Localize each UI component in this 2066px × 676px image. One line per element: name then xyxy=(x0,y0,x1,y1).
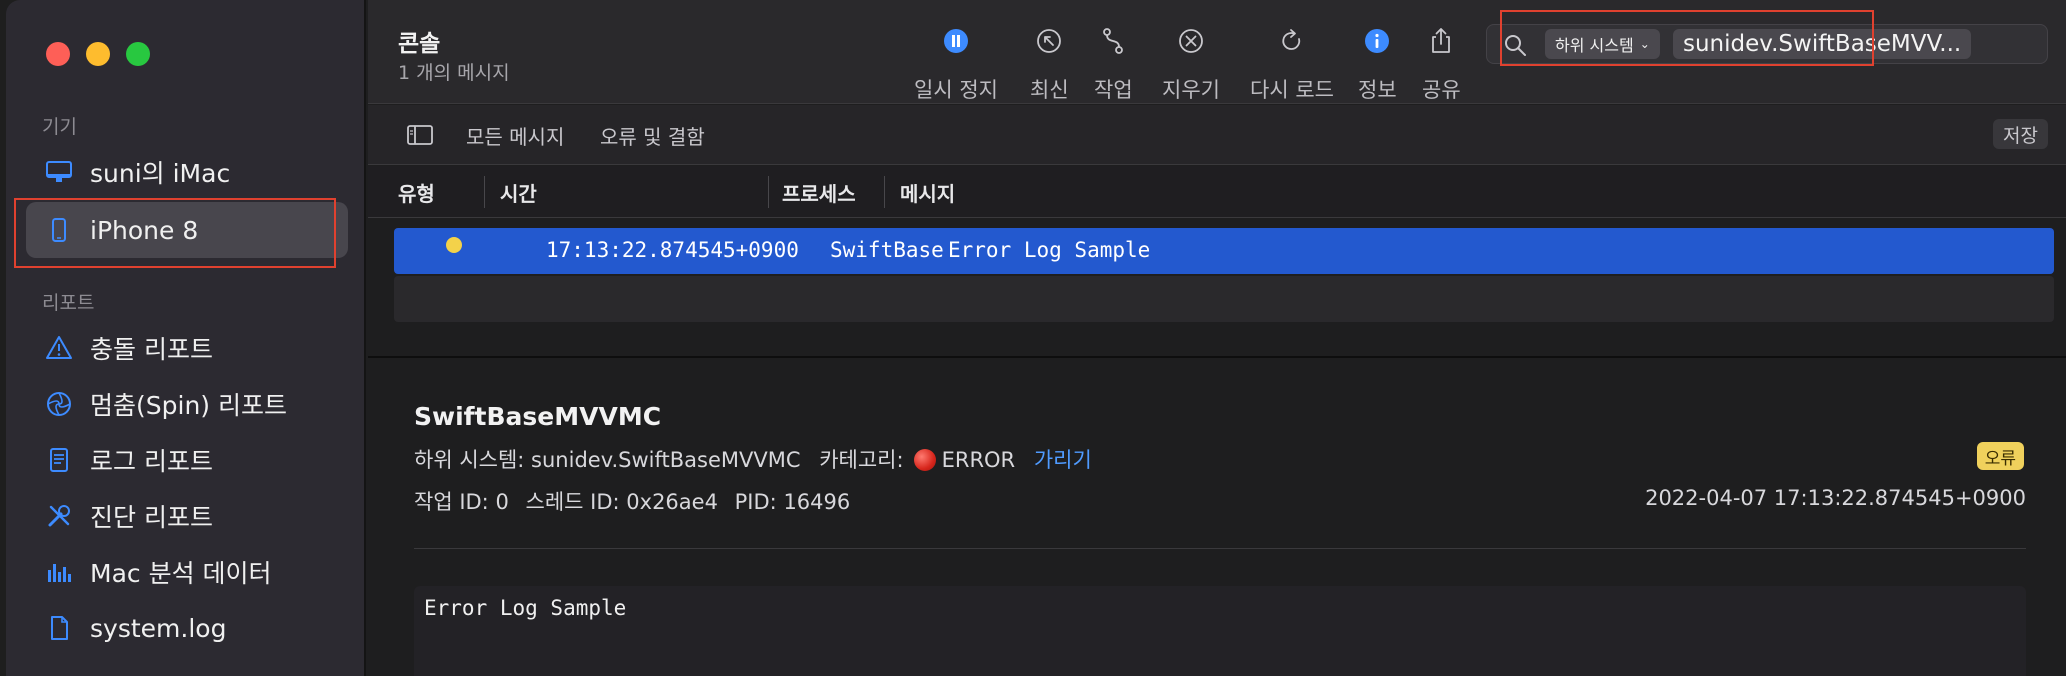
column-header-message[interactable]: 메시지 xyxy=(900,178,955,207)
message-body-box: Error Log Sample xyxy=(414,586,2026,676)
column-divider[interactable] xyxy=(884,176,885,208)
close-window-button[interactable] xyxy=(46,42,70,66)
now-button[interactable]: 최신 xyxy=(1030,24,1069,104)
column-header-type[interactable]: 유형 xyxy=(398,178,435,207)
share-button[interactable]: 공유 xyxy=(1422,24,1461,104)
row-message: Error Log Sample xyxy=(948,238,1151,262)
detail-pane: SwiftBaseMVVMC 하위 시스템: sunidev.SwiftBase… xyxy=(368,358,2066,676)
log-table-header: 유형 시간 프로세스 메시지 xyxy=(368,166,2066,218)
sidebar-item-spin-reports[interactable]: 멈춤(Spin) 리포트 xyxy=(26,376,348,432)
window-title: 콘솔 xyxy=(398,31,441,57)
device-highlight-box xyxy=(14,198,336,268)
detail-subsystem-line: 하위 시스템: sunidev.SwiftBaseMVVMC 카테고리: ERRO… xyxy=(414,444,1092,474)
sidebar: 기기 suni의 iMac iPhone 8 리포트 충돌 리포트 멈춤(Spi… xyxy=(6,0,366,676)
reload-button[interactable]: 다시 로드 xyxy=(1250,24,1334,104)
detail-timestamp: 2022-04-07 17:13:22.874545+0900 xyxy=(1645,486,2026,510)
error-status-icon xyxy=(913,449,936,471)
devices-section-header: 기기 xyxy=(42,116,77,138)
sidebar-item-label: 멈춤(Spin) 리포트 xyxy=(90,391,287,420)
detail-process-name: SwiftBaseMVVMC xyxy=(414,402,662,431)
sidebar-item-system-log[interactable]: system.log xyxy=(26,600,348,656)
category-key: 카테고리: xyxy=(819,448,904,472)
info-button[interactable]: 정보 xyxy=(1358,24,1397,104)
sidebar-item-label: system.log xyxy=(90,613,227,643)
clear-icon xyxy=(1174,24,1208,58)
save-button[interactable]: 저장 xyxy=(1993,119,2048,149)
file-icon xyxy=(44,613,74,643)
sidebar-item-imac[interactable]: suni의 iMac xyxy=(26,144,348,200)
pause-label: 일시 정지 xyxy=(914,78,998,102)
row-time: 17:13:22.874545+0900 xyxy=(546,238,799,262)
sidebar-item-diagnostic-reports[interactable]: 진단 리포트 xyxy=(26,488,348,544)
sidebar-item-label: suni의 iMac xyxy=(90,159,231,188)
sidebar-item-crash-reports[interactable]: 충돌 리포트 xyxy=(26,320,348,376)
document-icon xyxy=(44,445,74,475)
reload-icon xyxy=(1275,24,1309,58)
now-label: 최신 xyxy=(1030,78,1069,102)
hide-link[interactable]: 가리기 xyxy=(1034,448,1092,472)
share-icon xyxy=(1424,24,1458,58)
console-window: 기기 suni의 iMac iPhone 8 리포트 충돌 리포트 멈춤(Spi… xyxy=(6,0,2066,676)
toolbar: 콘솔 1 개의 메시지 일시 정지 최신 작업 지우기 다시 로드 정보 공유 … xyxy=(368,0,2066,104)
column-header-time[interactable]: 시간 xyxy=(500,178,537,207)
share-label: 공유 xyxy=(1422,78,1461,102)
activity-id-key: 작업 ID: xyxy=(414,490,489,514)
tab-all-messages[interactable]: 모든 메시지 xyxy=(466,121,564,150)
sidebar-item-log-reports[interactable]: 로그 리포트 xyxy=(26,432,348,488)
info-icon xyxy=(1360,24,1394,58)
sidebar-item-label: 로그 리포트 xyxy=(90,447,213,476)
pid-key: PID: xyxy=(734,490,777,514)
message-count: 1 개의 메시지 xyxy=(398,62,510,84)
zoom-window-button[interactable] xyxy=(126,42,150,66)
sidebar-item-label: 진단 리포트 xyxy=(90,503,213,532)
pid-value: 16496 xyxy=(783,490,851,514)
sidebar-item-label: Mac 분석 데이터 xyxy=(90,559,272,588)
thread-id-value: 0x26ae4 xyxy=(626,490,718,514)
info-label: 정보 xyxy=(1358,78,1397,102)
sidebar-item-label: 충돌 리포트 xyxy=(90,335,213,364)
clear-label: 지우기 xyxy=(1162,78,1220,102)
table-row[interactable]: 17:13:22.874545+0900 SwiftBase Error Log… xyxy=(394,228,2054,274)
activity-id-value: 0 xyxy=(495,490,509,514)
column-header-process[interactable]: 프로세스 xyxy=(782,178,856,207)
row-process: SwiftBase xyxy=(830,238,944,262)
category-value: ERROR xyxy=(941,448,1016,472)
detail-separator xyxy=(414,548,2026,549)
clear-button[interactable]: 지우기 xyxy=(1162,24,1220,104)
reload-label: 다시 로드 xyxy=(1250,78,1334,102)
sidebar-item-mac-analytics[interactable]: Mac 분석 데이터 xyxy=(26,544,348,600)
tab-errors-and-faults[interactable]: 오류 및 결함 xyxy=(600,121,705,150)
minimize-window-button[interactable] xyxy=(86,42,110,66)
subsystem-value: sunidev.SwiftBaseMVVMC xyxy=(531,448,801,472)
now-arrow-icon xyxy=(1032,24,1066,58)
subsystem-key: 하위 시스템: xyxy=(414,448,525,472)
log-type-error-dot xyxy=(446,237,462,253)
activities-label: 작업 xyxy=(1094,78,1133,102)
pause-icon xyxy=(939,24,973,58)
reports-section-header: 리포트 xyxy=(42,292,95,314)
pause-button[interactable]: 일시 정지 xyxy=(914,24,998,104)
activities-button[interactable]: 작업 xyxy=(1094,24,1133,104)
activities-icon xyxy=(1096,24,1130,58)
column-divider[interactable] xyxy=(768,176,769,208)
filter-bar: 모든 메시지 오류 및 결함 저장 xyxy=(368,105,2066,165)
detail-ids-line: 작업 ID: 0 스레드 ID: 0x26ae4 PID: 16496 xyxy=(414,486,850,516)
spinner-wheel-icon xyxy=(44,389,74,419)
error-badge: 오류 xyxy=(1976,442,2024,470)
sidebar-toggle-icon[interactable] xyxy=(406,123,434,147)
imac-icon xyxy=(44,157,74,187)
column-divider[interactable] xyxy=(484,176,485,208)
table-row-empty xyxy=(394,276,2054,322)
warning-triangle-icon xyxy=(44,333,74,363)
search-highlight-box xyxy=(1500,10,1874,66)
bar-chart-icon xyxy=(44,557,74,587)
thread-id-key: 스레드 ID: xyxy=(525,490,620,514)
message-body-text: Error Log Sample xyxy=(424,596,627,620)
tools-icon xyxy=(44,501,74,531)
